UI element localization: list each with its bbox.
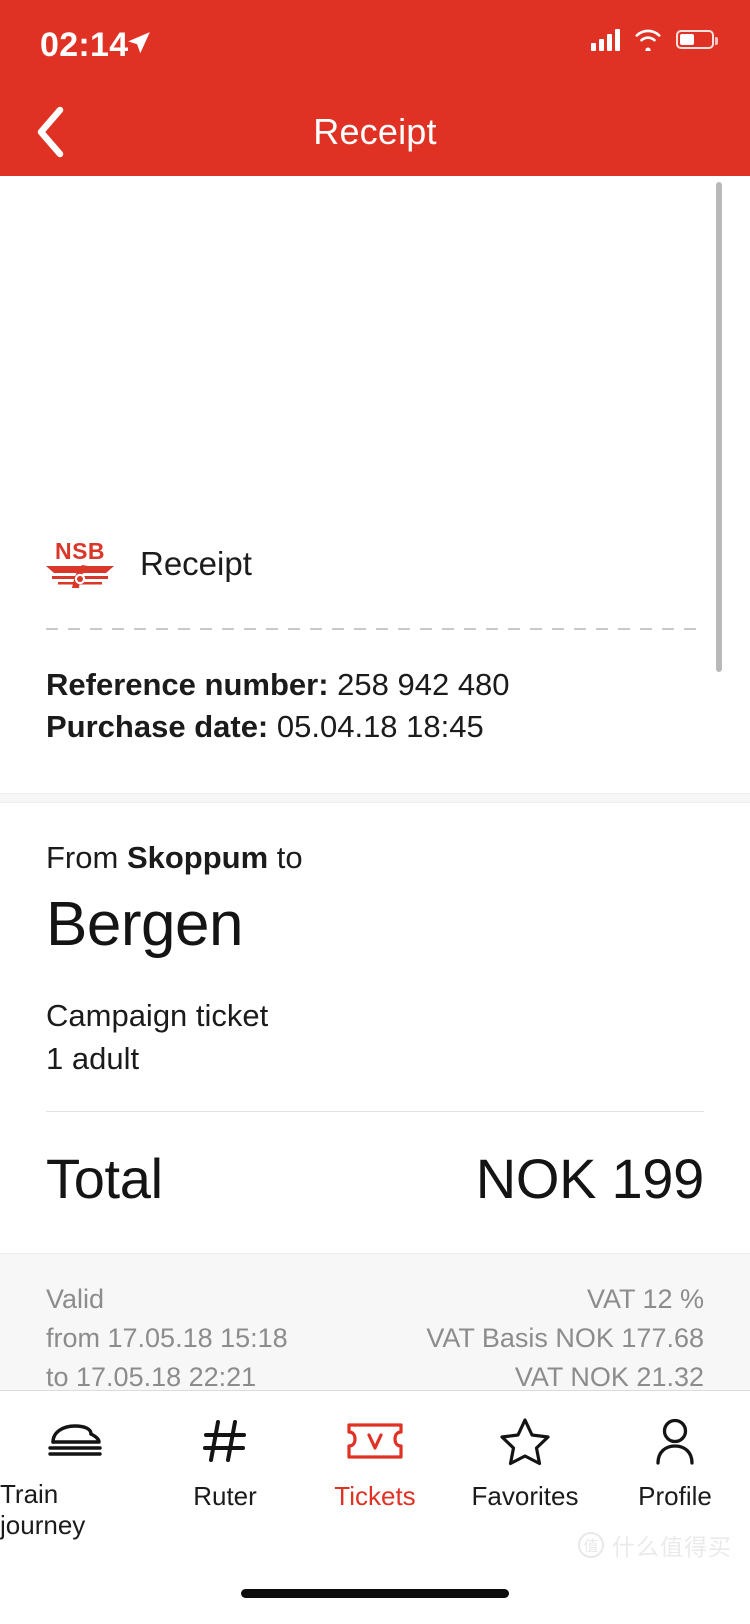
navigation-bar: Receipt	[0, 88, 750, 176]
vertical-scrollbar[interactable]	[716, 182, 722, 672]
vat-column: VAT 12 % VAT Basis NOK 177.68 VAT NOK 21…	[426, 1280, 704, 1390]
ticket-type: Campaign ticket	[46, 998, 269, 1034]
content-top-spacer	[0, 176, 750, 530]
total-row: Total NOK 199	[0, 1112, 750, 1211]
total-label: Total	[46, 1146, 163, 1210]
receipt-scroll-area[interactable]: NSB Receipt Reference number: 258 942 48…	[0, 176, 750, 1390]
journey-origin-line: From Skoppum to	[46, 839, 704, 876]
wifi-icon	[635, 29, 661, 51]
status-bar-indicators	[591, 28, 718, 51]
page-title: Receipt	[313, 111, 437, 152]
reference-number-value: 258 942 480	[328, 667, 510, 702]
tab-favorites[interactable]: Favorites	[450, 1391, 600, 1541]
purchase-date-value: 05.04.18 18:45	[268, 709, 484, 745]
star-icon	[498, 1415, 552, 1467]
tab-profile[interactable]: Profile	[600, 1391, 750, 1541]
total-bottom-gap	[0, 1211, 750, 1253]
home-indicator[interactable]	[241, 1589, 509, 1598]
journey-section: From Skoppum to Bergen Campaign ticket 1…	[0, 803, 750, 1081]
phone-screen: 02:14 Receipt NSB Receipt Reference numb…	[0, 0, 750, 1624]
purchase-date-label: Purchase date:	[46, 709, 269, 745]
validity-line-2: from 17.05.18 15:18	[46, 1322, 288, 1353]
hash-icon	[201, 1415, 249, 1467]
origin-station: Skoppum	[126, 839, 269, 875]
receipt-title: Receipt	[140, 545, 252, 582]
meta-bottom-gap	[0, 749, 750, 793]
person-icon	[651, 1415, 699, 1467]
vat-line-2: VAT Basis NOK 177.68	[426, 1322, 704, 1353]
tab-tickets[interactable]: Tickets	[300, 1391, 450, 1541]
purchase-date-line: Purchase date: 05.04.18 18:45	[46, 706, 704, 748]
status-bar-time: 02:14	[40, 26, 129, 64]
reference-number-label: Reference number:	[46, 667, 329, 702]
tab-ruter[interactable]: Ruter	[150, 1391, 300, 1541]
ticket-icon	[345, 1415, 405, 1467]
passenger-count: 1 adult	[46, 1041, 140, 1077]
location-arrow-icon	[128, 32, 150, 54]
nsb-winged-wheel-icon	[46, 565, 114, 588]
tab-label-train-journey: Train journey	[0, 1479, 86, 1540]
tab-label-profile: Profile	[638, 1481, 712, 1511]
bottom-tab-bar: Train journey Ruter Tickets Favorites Pr…	[0, 1390, 750, 1624]
receipt-header: NSB Receipt	[0, 530, 750, 598]
destination-station: Bergen	[46, 890, 243, 960]
tab-label-tickets: Tickets	[334, 1481, 416, 1511]
tab-label-favorites: Favorites	[471, 1481, 579, 1511]
ticket-details: Campaign ticket 1 adult	[46, 995, 704, 1081]
reference-number-line: Reference number: 258 942 480	[46, 664, 704, 706]
nsb-logo: NSB	[46, 538, 114, 590]
battery-icon	[676, 30, 718, 49]
from-prefix: From	[46, 839, 127, 875]
tab-label-ruter: Ruter	[193, 1481, 257, 1511]
cellular-signal-icon	[591, 28, 620, 51]
validity-column: Valid from 17.05.18 15:18 to 17.05.18 22…	[46, 1280, 288, 1390]
section-separator	[0, 792, 750, 803]
train-icon	[47, 1415, 103, 1465]
vat-line-3: VAT NOK 21.32	[514, 1361, 704, 1390]
receipt-meta: Reference number: 258 942 480 Purchase d…	[0, 630, 750, 749]
status-bar: 02:14	[0, 0, 750, 88]
tab-train-journey[interactable]: Train journey	[0, 1391, 150, 1541]
validity-vat-band: Valid from 17.05.18 15:18 to 17.05.18 22…	[0, 1252, 750, 1390]
to-suffix: to	[268, 839, 303, 875]
nsb-wordmark: NSB	[54, 538, 106, 564]
vat-line-1: VAT 12 %	[586, 1283, 704, 1314]
total-value: NOK 199	[475, 1146, 705, 1210]
validity-line-3: to 17.05.18 22:21	[46, 1361, 257, 1390]
validity-line-1: Valid	[46, 1283, 105, 1314]
